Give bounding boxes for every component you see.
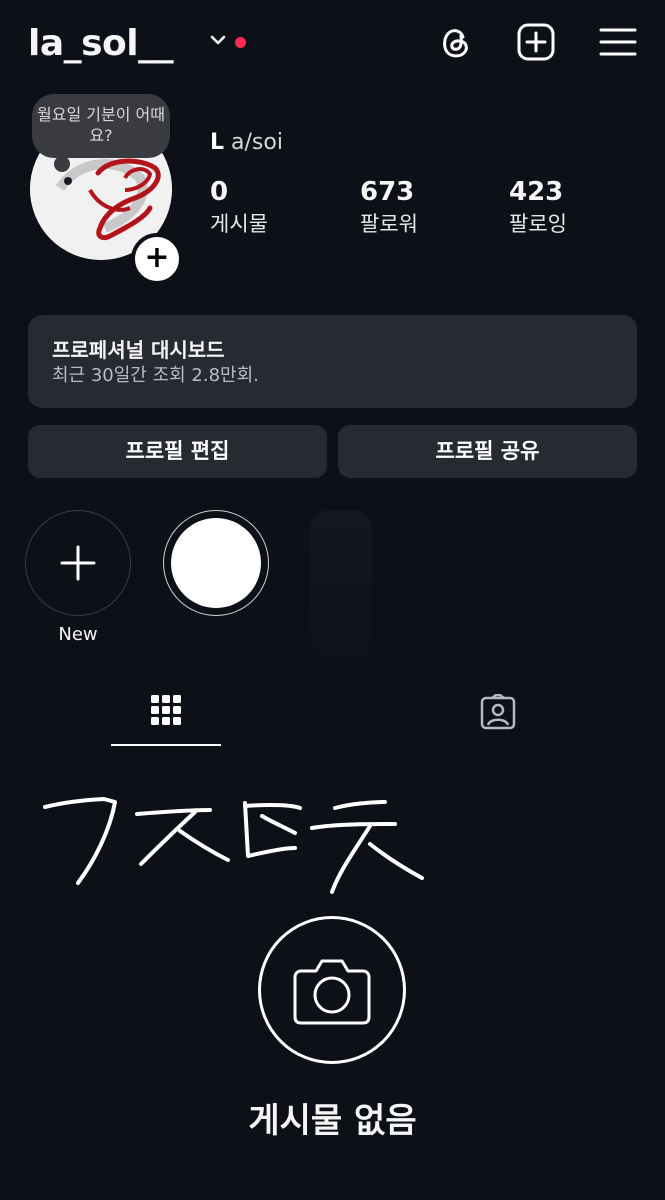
username-title[interactable]: la_sol__ (28, 22, 174, 66)
note-bubble[interactable]: 월요일 기분이 어때요? (32, 94, 170, 158)
professional-dashboard-card[interactable]: 프로페셔널 대시보드 최근 30일간 조회 2.8만회. (28, 315, 637, 408)
display-name: L a/soi (210, 130, 283, 155)
new-highlight-button[interactable] (25, 510, 131, 616)
display-name-initial: L (210, 130, 225, 155)
highlight-cover[interactable] (171, 518, 261, 608)
handwritten-scribble (43, 797, 424, 894)
following-count[interactable]: 423 (509, 177, 563, 207)
note-tail (54, 156, 70, 172)
add-post-icon[interactable] (516, 22, 556, 62)
dashboard-subtitle: 최근 30일간 조회 2.8만회. (52, 365, 259, 386)
empty-state-camera-circle (258, 916, 406, 1064)
threads-icon[interactable] (436, 22, 476, 62)
following-label[interactable]: 팔로잉 (509, 208, 567, 238)
tagged-icon[interactable] (480, 694, 516, 730)
camera-icon (293, 959, 371, 1025)
add-story-button[interactable]: + (131, 233, 183, 285)
active-tab-indicator (111, 744, 221, 746)
followers-count[interactable]: 673 (360, 177, 414, 207)
empty-state-title: 게시물 없음 (248, 1101, 417, 1141)
chevron-down-icon[interactable] (208, 30, 228, 50)
posts-count[interactable]: 0 (210, 177, 228, 207)
new-highlight-label: New (58, 624, 98, 645)
plus-icon (60, 545, 96, 581)
display-name-rest: a/soi (231, 130, 283, 155)
note-tail-dot (64, 177, 72, 185)
grid-icon[interactable] (150, 694, 182, 726)
share-profile-button[interactable]: 프로필 공유 (338, 425, 637, 478)
notification-dot (235, 37, 246, 48)
highlight-placeholder (310, 510, 372, 660)
posts-label[interactable]: 게시물 (210, 208, 268, 238)
edit-profile-button[interactable]: 프로필 편집 (28, 425, 327, 478)
menu-icon[interactable] (598, 22, 638, 62)
dashboard-title: 프로페셔널 대시보드 (52, 338, 225, 362)
followers-label[interactable]: 팔로워 (360, 208, 418, 238)
